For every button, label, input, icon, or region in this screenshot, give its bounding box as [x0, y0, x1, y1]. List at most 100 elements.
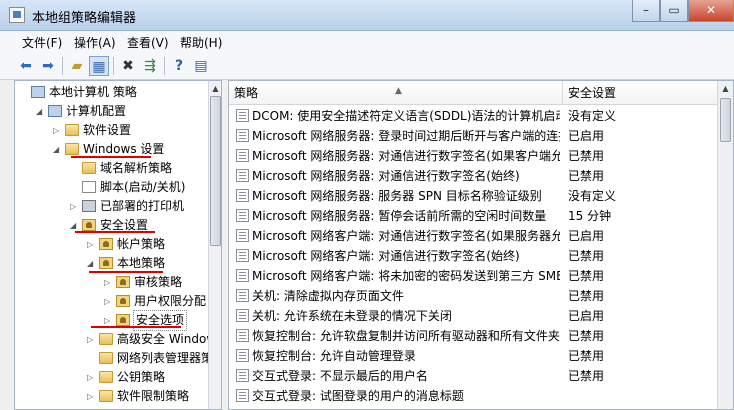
shield-icon [99, 238, 113, 250]
tree-node[interactable]: 网络列表管理器策略 [15, 349, 221, 368]
policy-name: 关机: 允许系统在未登录的情况下关闭 [252, 309, 452, 323]
column-header-policy[interactable]: 策略 ▲ [229, 81, 563, 105]
expand-arrow-icon[interactable]: ▷ [87, 387, 97, 406]
sort-ascending-icon: ▲ [395, 86, 402, 96]
policy-name: Microsoft 网络服务器: 对通信进行数字签名(如果客户端允... [252, 149, 560, 163]
maximize-button[interactable]: ▭ [660, 0, 688, 22]
tree-node[interactable]: ▷ 公钥策略 [15, 368, 205, 387]
folder-icon [99, 390, 113, 402]
doc-icon [82, 181, 96, 193]
tree-node[interactable]: ▷ 审核策略 [15, 273, 205, 292]
policy-row[interactable]: 关机: 清除虚拟内存页面文件 已禁用 [229, 286, 709, 306]
minimize-button[interactable]: – [632, 0, 660, 22]
app-icon [9, 7, 25, 23]
expand-arrow-icon[interactable]: ▷ [87, 235, 97, 254]
policy-setting: 已禁用 [568, 249, 605, 263]
policy-item-icon [236, 229, 249, 242]
menu-help[interactable]: 帮助(H) [180, 34, 222, 51]
highlight-underline [91, 326, 181, 328]
column-header-setting[interactable]: 安全设置 [563, 81, 719, 105]
expand-arrow-icon[interactable]: ▷ [87, 368, 97, 387]
expand-arrow-icon[interactable]: ▷ [87, 330, 97, 349]
tree-node-label: 帐户策略 [117, 237, 166, 251]
policy-row[interactable]: Microsoft 网络服务器: 对通信进行数字签名(始终) 已禁用 [229, 166, 709, 186]
policy-row[interactable]: 交互式登录: 试图登录的用户的消息标题 [229, 386, 709, 406]
window-title: 本地组策略编辑器 [32, 11, 137, 26]
export-list-icon[interactable]: ⇶ [140, 56, 160, 76]
folder-icon [65, 124, 79, 136]
tree-node[interactable]: ▷ 已部署的打印机 [15, 197, 205, 216]
policy-setting: 已禁用 [568, 289, 605, 303]
policy-setting: 已启用 [568, 309, 605, 323]
tree-node[interactable]: ◢ 计算机配置 [15, 102, 205, 121]
policy-row[interactable]: Microsoft 网络服务器: 暂停会话前所需的空闲时间数量 15 分钟 [229, 206, 709, 226]
policy-row[interactable]: Microsoft 网络客户端: 将未加密的密码发送到第三方 SMB... 已禁用 [229, 266, 709, 286]
window-controls: – ▭ ✕ [632, 0, 734, 22]
policy-name: 恢复控制台: 允许自动管理登录 [252, 349, 416, 363]
policy-row[interactable]: Microsoft 网络服务器: 服务器 SPN 目标名称验证级别 没有定义 [229, 186, 709, 206]
menu-action[interactable]: 操作(A) [74, 34, 116, 51]
scroll-up-icon[interactable]: ▲ [209, 81, 221, 96]
tree-node-label: 计算机配置 [66, 104, 127, 118]
forward-icon[interactable]: ➡ [38, 56, 58, 76]
tree-node[interactable]: ▷ 软件设置 [15, 121, 205, 140]
tree-node-label: 公钥策略 [117, 370, 166, 384]
expand-arrow-icon[interactable]: ▷ [104, 292, 114, 311]
tree-node-label: 网络列表管理器策略 [117, 351, 222, 365]
policy-row[interactable]: 交互式登录: 不显示最后的用户名 已禁用 [229, 366, 709, 386]
printer-icon [82, 200, 96, 212]
shield-icon [116, 295, 130, 307]
expand-arrow-icon[interactable]: ▷ [70, 197, 80, 216]
policy-setting: 已禁用 [568, 349, 605, 363]
tree-node[interactable]: ▷ 软件限制策略 [15, 387, 205, 406]
policy-row[interactable]: 恢复控制台: 允许自动管理登录 已禁用 [229, 346, 709, 366]
collapse-arrow-icon[interactable]: ◢ [53, 140, 63, 159]
expand-arrow-icon[interactable]: ▷ [104, 273, 114, 292]
collapse-arrow-icon[interactable]: ◢ [36, 102, 46, 121]
policy-item-icon [236, 189, 249, 202]
tree-node[interactable]: ▷ 高级安全 Windows [15, 330, 221, 349]
policy-name: 交互式登录: 不显示最后的用户名 [252, 369, 428, 383]
expand-arrow-icon[interactable]: ▷ [53, 121, 63, 140]
policy-row[interactable]: 关机: 允许系统在未登录的情况下关闭 已启用 [229, 306, 709, 326]
policy-row[interactable]: Microsoft 网络服务器: 对通信进行数字签名(如果客户端允... 已禁用 [229, 146, 709, 166]
title-bar[interactable]: 本地组策略编辑器 – ▭ ✕ [0, 0, 734, 31]
menu-view[interactable]: 查看(V) [127, 34, 169, 51]
toolbar-separator [113, 57, 114, 75]
scroll-up-icon[interactable]: ▲ [719, 81, 732, 96]
tree-node[interactable]: ▷ 用户权限分配 [15, 292, 207, 311]
menu-bar: 文件(F) 操作(A) 查看(V) 帮助(H) [0, 31, 734, 54]
policy-row[interactable]: 恢复控制台: 允许软盘复制并访问所有驱动器和所有文件夹 已禁用 [229, 326, 709, 346]
toolbar-separator [164, 57, 165, 75]
group-policy-editor-window: 本地组策略编辑器 – ▭ ✕ 文件(F) 操作(A) 查看(V) 帮助(H) ⬅… [0, 0, 734, 410]
tree-node-label: 用户权限分配 [134, 294, 207, 308]
policy-row[interactable]: Microsoft 网络客户端: 对通信进行数字签名(始终) 已禁用 [229, 246, 709, 266]
menu-file[interactable]: 文件(F) [22, 34, 62, 51]
tree-node[interactable]: 域名解析策略 [15, 159, 205, 178]
toolbar: ⬅ ➡ ▰ ▦ ✖ ⇶ ? ▤ [0, 53, 734, 80]
pc-icon [48, 105, 62, 117]
close-button[interactable]: ✕ [688, 0, 734, 22]
back-icon[interactable]: ⬅ [16, 56, 36, 76]
delete-icon[interactable]: ✖ [118, 56, 138, 76]
tree-scrollbar[interactable]: ▲ [208, 81, 221, 409]
policy-setting: 15 分钟 [568, 209, 612, 223]
policy-row[interactable]: DCOM: 使用安全描述符定义语言(SDDL)语法的计算机启动... 没有定义 [229, 106, 709, 126]
tree-node[interactable]: 本地计算机 策略 [15, 83, 205, 102]
tree-node[interactable]: ▷ 帐户策略 [15, 235, 205, 254]
properties-icon[interactable]: ▤ [191, 56, 211, 76]
help-icon[interactable]: ? [169, 56, 189, 76]
policy-item-icon [236, 289, 249, 302]
scroll-thumb[interactable] [720, 98, 731, 142]
up-folder-icon[interactable]: ▰ [67, 56, 87, 76]
policy-row[interactable]: Microsoft 网络客户端: 对通信进行数字签名(如果服务器允... 已启用 [229, 226, 709, 246]
policy-setting: 没有定义 [568, 109, 617, 123]
list-scrollbar[interactable]: ▲ [717, 81, 733, 409]
highlight-underline [75, 231, 155, 233]
tree-node[interactable]: 脚本(启动/关机) [15, 178, 205, 197]
show-hide-tree-icon[interactable]: ▦ [89, 56, 109, 76]
tree-node-label: 高级安全 Windows [117, 332, 222, 346]
policy-row[interactable]: Microsoft 网络服务器: 登录时间过期后断开与客户端的连接 已启用 [229, 126, 709, 146]
scroll-thumb[interactable] [210, 96, 221, 246]
policy-name: Microsoft 网络客户端: 将未加密的密码发送到第三方 SMB... [252, 269, 560, 283]
